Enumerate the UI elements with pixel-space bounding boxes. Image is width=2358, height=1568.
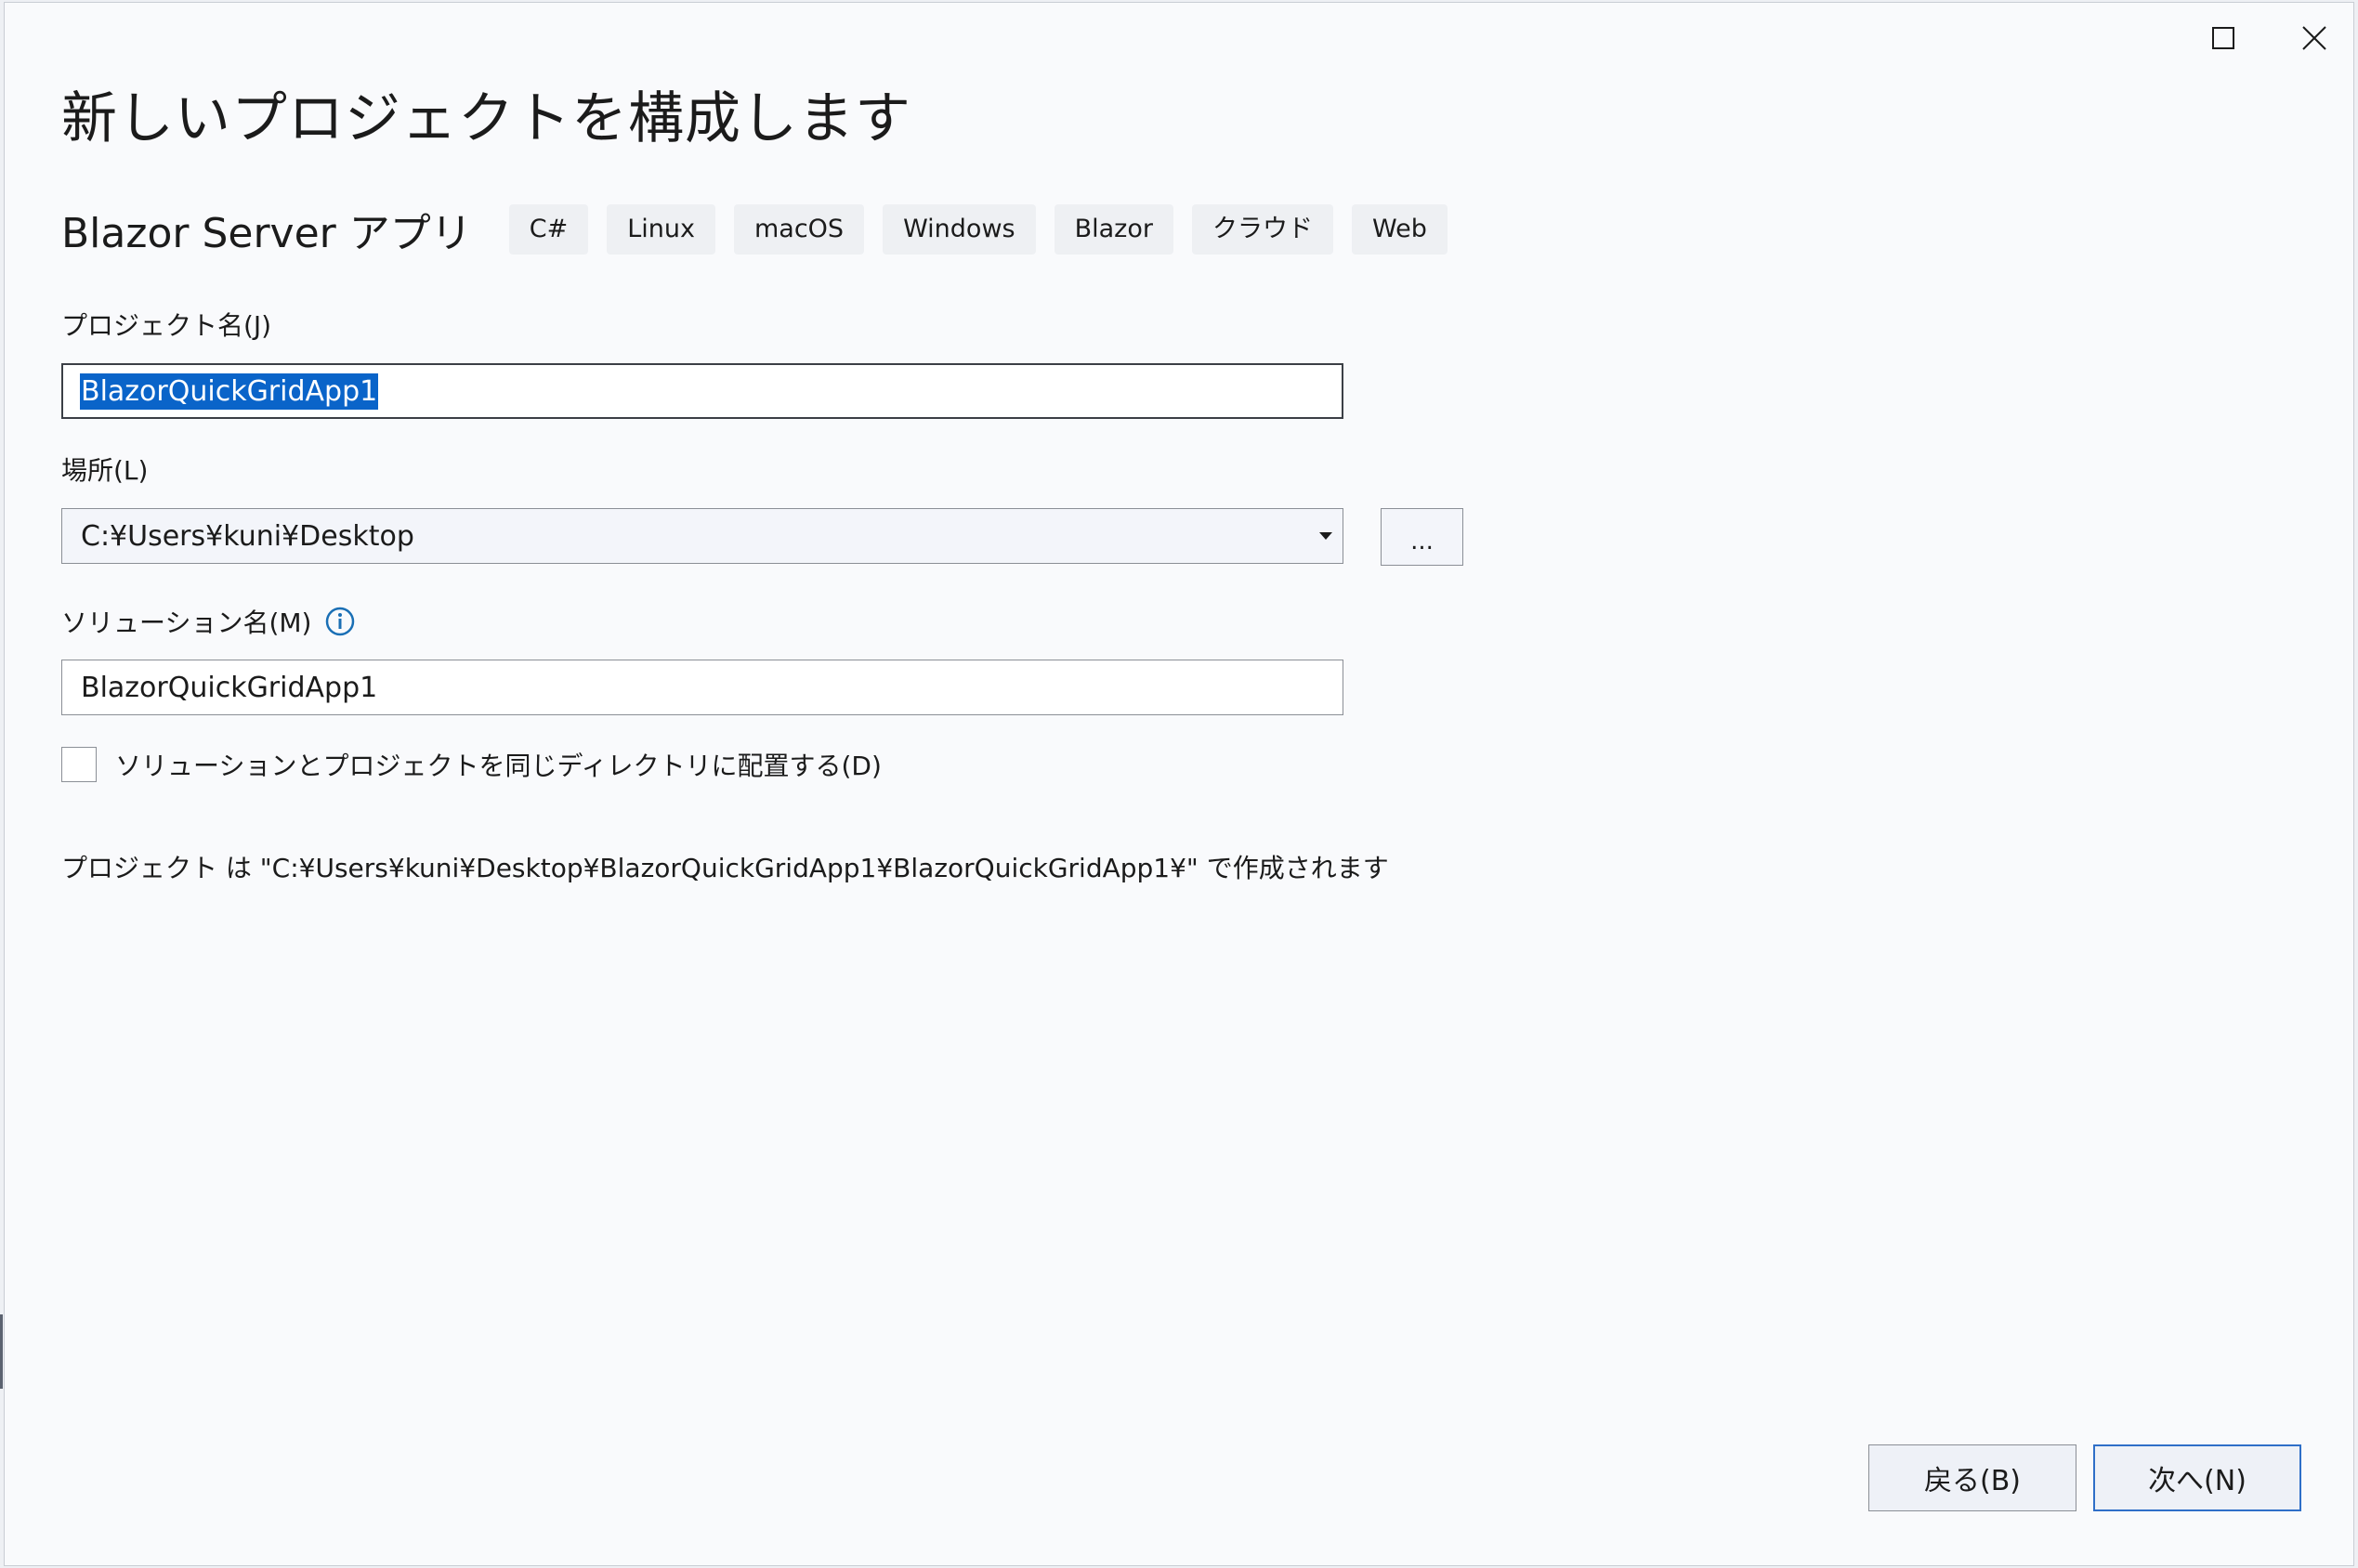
solution-name-label-row: ソリューション名(M): [61, 603, 356, 640]
maximize-button[interactable]: [2186, 12, 2260, 64]
page-title: 新しいプロジェクトを構成します: [61, 86, 911, 151]
project-name-input[interactable]: BlazorQuickGridApp1: [61, 363, 1343, 419]
close-icon: [2302, 26, 2326, 50]
tag-csharp: C#: [508, 204, 589, 255]
location-value: C:¥Users¥kuni¥Desktop: [81, 519, 414, 553]
same-directory-option: ソリューションとプロジェクトを同じディレクトリに配置する(D): [61, 746, 882, 783]
background-window-edge: [0, 1314, 3, 1389]
solution-name-label: ソリューション名(M): [61, 608, 312, 638]
template-name: Blazor Server アプリ: [61, 210, 472, 257]
tag-cloud: クラウド: [1191, 204, 1333, 255]
next-button[interactable]: 次へ(N): [2093, 1444, 2301, 1511]
project-name-value: BlazorQuickGridApp1: [80, 372, 379, 410]
dropdown-arrow-icon[interactable]: [1309, 509, 1343, 563]
solution-name-value: BlazorQuickGridApp1: [81, 671, 378, 704]
tag-windows: Windows: [883, 204, 1036, 255]
info-icon[interactable]: [324, 606, 356, 637]
same-directory-label[interactable]: ソリューションとプロジェクトを同じディレクトリに配置する(D): [115, 746, 882, 783]
location-combobox[interactable]: C:¥Users¥kuni¥Desktop: [61, 508, 1343, 564]
location-label: 場所(L): [61, 455, 149, 486]
project-name-label: プロジェクト名(J): [61, 310, 272, 341]
tag-blazor: Blazor: [1054, 204, 1173, 255]
template-header: Blazor Server アプリ C# Linux macOS Windows…: [61, 202, 1466, 257]
browse-button[interactable]: ...: [1381, 508, 1463, 566]
back-button[interactable]: 戻る(B): [1868, 1444, 2076, 1511]
tag-macos: macOS: [733, 204, 865, 255]
project-path-info: プロジェクト は "C:¥Users¥kuni¥Desktop¥BlazorQu…: [61, 853, 1389, 883]
tag-web: Web: [1351, 204, 1448, 255]
chevron-down-icon: [1319, 531, 1332, 540]
maximize-icon: [2212, 27, 2234, 49]
tag-linux: Linux: [607, 204, 715, 255]
close-button[interactable]: [2277, 12, 2351, 64]
solution-name-input[interactable]: BlazorQuickGridApp1: [61, 660, 1343, 715]
same-directory-checkbox[interactable]: [61, 747, 97, 782]
configure-project-dialog: 新しいプロジェクトを構成します Blazor Server アプリ C# Lin…: [4, 2, 2354, 1566]
